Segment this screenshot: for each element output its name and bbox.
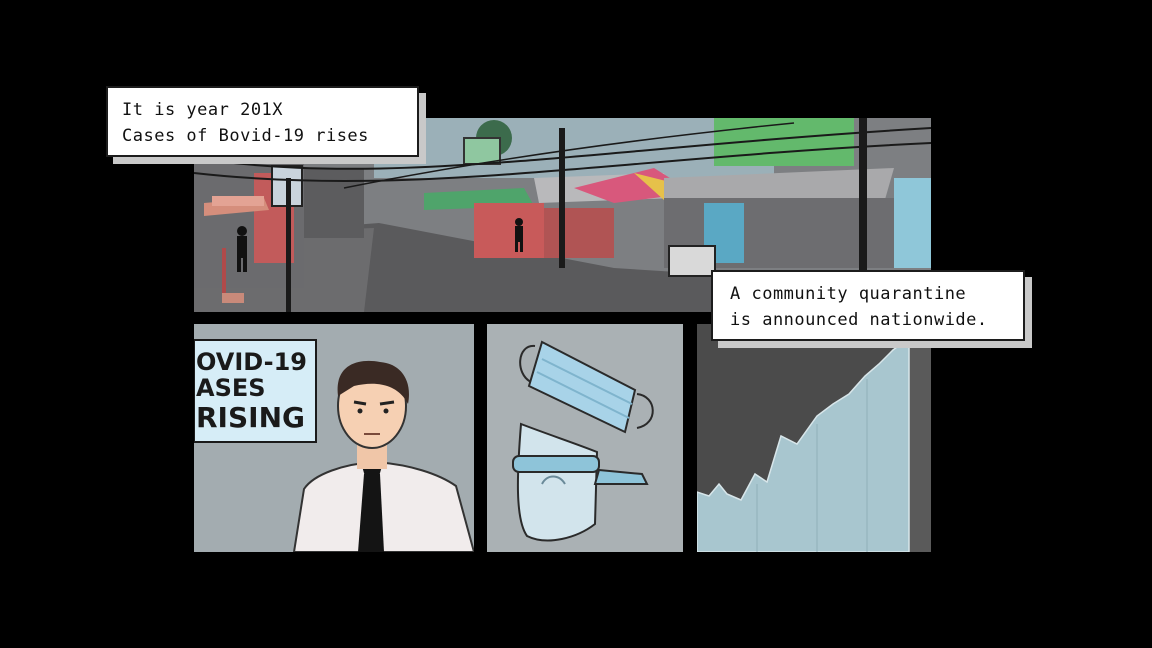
official-portrait-illustration: OVID-19 ASES RISING xyxy=(194,324,474,552)
sign-line-1: OVID-19 xyxy=(196,348,307,376)
caption-quarantine-line-1: A community quarantine xyxy=(730,284,967,304)
ppe-items-panel xyxy=(487,324,683,552)
sign-line-3: RISING xyxy=(196,401,305,434)
rising-cases-panel xyxy=(697,324,931,552)
sign-line-2: ASES xyxy=(196,374,266,402)
caption-quarantine-line-2: is announced nationwide. xyxy=(730,310,988,330)
rising-cases-graph-illustration xyxy=(697,324,931,552)
comic-stage[interactable]: OVID-19 ASES RISING It is year 201X Case… xyxy=(0,0,1152,648)
caption-box-quarantine[interactable]: A community quarantine is announced nati… xyxy=(711,270,1025,341)
mask-and-faceshield-illustration xyxy=(487,324,683,552)
caption-intro-line-2: Cases of Bovid-19 rises xyxy=(122,126,369,146)
caption-intro-line-1: It is year 201X xyxy=(122,100,284,120)
caption-box-intro[interactable]: It is year 201X Cases of Bovid-19 rises xyxy=(106,86,419,157)
official-portrait-panel: OVID-19 ASES RISING xyxy=(194,324,474,552)
